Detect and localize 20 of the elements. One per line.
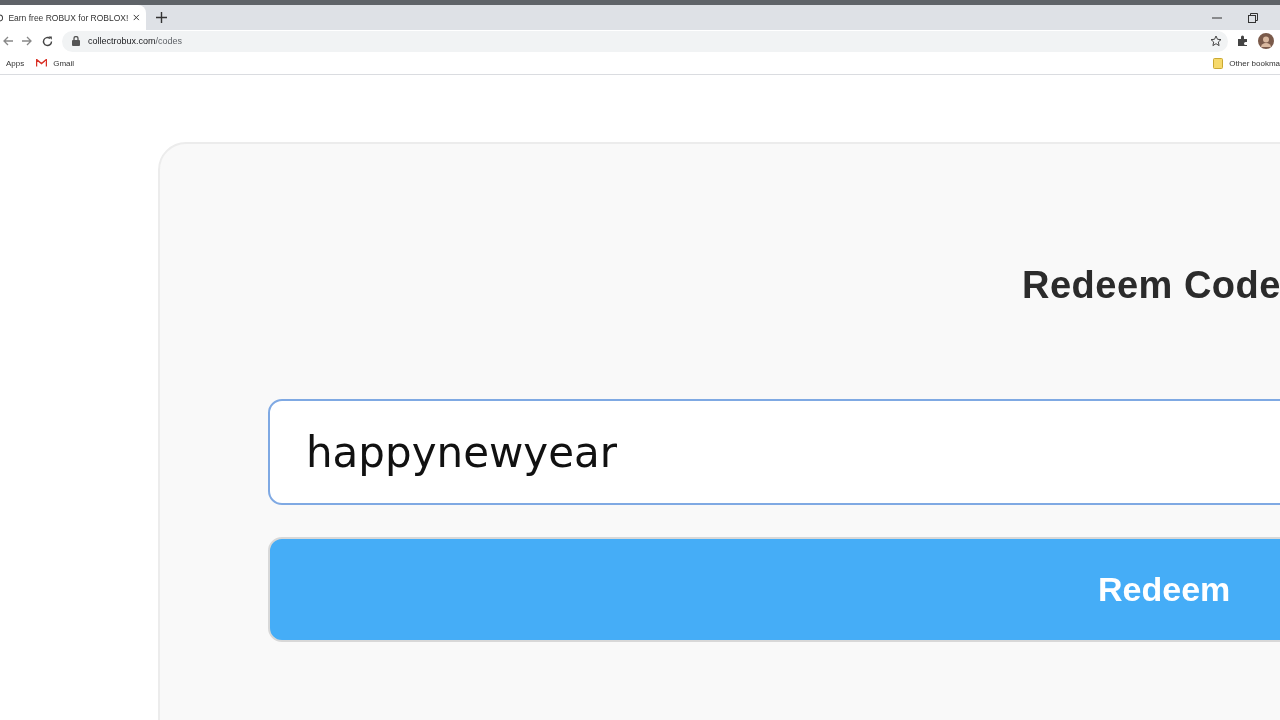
code-input-field[interactable]: happynewyear — [268, 399, 1280, 505]
page-title: Redeem Code — [1022, 264, 1280, 306]
back-arrow-icon[interactable] — [3, 36, 13, 46]
tab-title: Earn free ROBUX for ROBLOX! — [8, 12, 129, 23]
browser-tab[interactable]: Earn free ROBUX for ROBLOX! — [0, 5, 146, 30]
reload-icon[interactable] — [42, 35, 53, 47]
bookmark-folder[interactable]: Other bookma — [1229, 58, 1280, 68]
close-icon[interactable] — [133, 13, 140, 22]
bookmark-link[interactable]: Apps — [6, 58, 25, 68]
star-icon[interactable] — [1210, 35, 1222, 47]
new-tab-icon[interactable] — [156, 12, 167, 23]
avatar-icon[interactable] — [1258, 33, 1274, 49]
address-bar[interactable]: collectrobux.com/codes — [62, 30, 1228, 52]
forward-arrow-icon[interactable] — [22, 36, 33, 46]
bookmark-link[interactable]: Gmail — [53, 58, 75, 68]
lock-icon — [72, 36, 80, 46]
mail-icon[interactable] — [36, 59, 48, 67]
url-text: collectrobux.com/codes — [88, 36, 183, 46]
puzzle-piece-icon[interactable] — [1237, 35, 1249, 47]
restore-icon[interactable] — [1248, 12, 1258, 23]
